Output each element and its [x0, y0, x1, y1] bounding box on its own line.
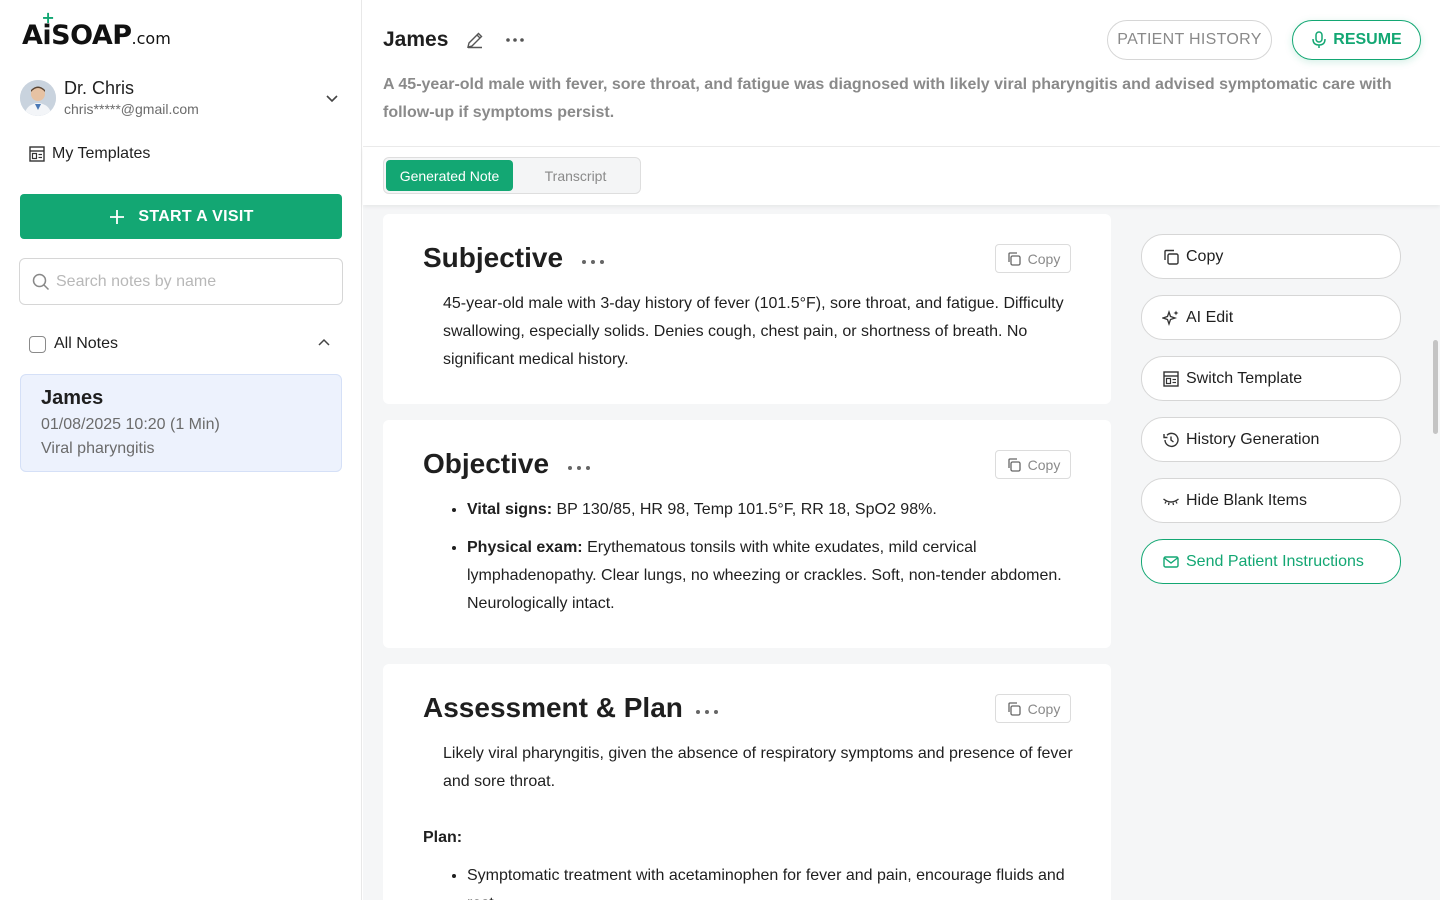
note-datetime: 01/08/2025 10:20 (1 Min) [41, 416, 220, 433]
assessment-text: Likely viral pharyngitis, given the abse… [443, 745, 1073, 790]
objective-list: Vital signs: BP 130/85, HR 98, Temp 101.… [467, 496, 1087, 628]
template-icon [29, 146, 45, 162]
history-generation-button[interactable]: History Generation [1141, 417, 1401, 462]
more-icon[interactable] [695, 708, 719, 716]
sidebar: AiSOAP.com Dr. Chris chris*****@gmail.co… [0, 0, 362, 900]
subjective-text: 45-year-old male with 3-day history of f… [443, 295, 1064, 368]
user-email: chris*****@gmail.com [64, 101, 199, 117]
copy-button[interactable]: Copy [1141, 234, 1401, 279]
search-icon [32, 273, 50, 290]
template-icon [1163, 370, 1179, 387]
tab-transcript[interactable]: Transcript [513, 160, 638, 191]
tab-generated-note[interactable]: Generated Note [386, 160, 513, 191]
copy-section-button[interactable]: Copy [995, 450, 1071, 479]
all-notes-label: All Notes [54, 335, 119, 352]
more-icon[interactable] [505, 30, 525, 50]
copy-icon [1008, 701, 1021, 716]
list-item: Vital signs: BP 130/85, HR 98, Temp 101.… [467, 496, 1087, 524]
copy-label: Copy [1027, 700, 1061, 717]
all-notes-header[interactable]: All Notes [29, 332, 335, 356]
assessment-plan-section: Assessment & Plan Copy Likely viral phar… [383, 664, 1111, 900]
copy-label: Copy [1027, 250, 1061, 267]
plan-list: Symptomatic treatment with acetaminophen… [467, 862, 1087, 900]
search-input[interactable] [56, 272, 326, 291]
eye-closed-icon [1163, 497, 1179, 505]
copy-section-button[interactable]: Copy [995, 244, 1071, 273]
start-visit-label: START A VISIT [138, 207, 254, 225]
section-title: Objective [423, 448, 550, 479]
pencil-icon[interactable] [465, 30, 485, 50]
logo[interactable]: AiSOAP.com [22, 8, 171, 51]
all-notes-checkbox[interactable] [29, 335, 46, 353]
more-icon[interactable] [567, 464, 591, 472]
plus-icon [110, 209, 125, 224]
chevron-down-icon[interactable] [324, 90, 340, 106]
more-icon[interactable] [581, 258, 605, 266]
user-name: Dr. Chris [64, 78, 135, 98]
search-box[interactable] [19, 258, 343, 305]
visit-summary: A 45-year-old male with fever, sore thro… [383, 76, 1392, 121]
note-diagnosis: Viral pharyngitis [41, 440, 155, 457]
subjective-section: Subjective Copy 45-year-old male with 3-… [383, 214, 1111, 404]
note-content: Subjective Copy 45-year-old male with 3-… [363, 205, 1440, 900]
copy-icon [1008, 251, 1021, 266]
my-templates-label: My Templates [52, 145, 151, 162]
list-item: Symptomatic treatment with acetaminophen… [467, 862, 1087, 900]
ai-edit-button[interactable]: AI Edit [1141, 295, 1401, 340]
list-item: Physical exam: Erythematous tonsils with… [467, 534, 1087, 618]
section-title: Subjective [423, 242, 564, 273]
note-tabs: Generated Note Transcript [383, 157, 641, 194]
note-patient-name: James [41, 387, 104, 409]
resume-label: RESUME [1333, 31, 1402, 48]
switch-template-button[interactable]: Switch Template [1141, 356, 1401, 401]
scrollbar-thumb[interactable] [1433, 340, 1438, 434]
microphone-icon [1312, 31, 1327, 48]
mail-icon [1163, 555, 1179, 568]
history-icon [1163, 432, 1179, 447]
copy-section-button[interactable]: Copy [995, 694, 1071, 723]
note-list-item[interactable]: James 01/08/2025 10:20 (1 Min) Viral pha… [20, 374, 342, 472]
section-title: Assessment & Plan [423, 692, 683, 723]
patient-history-button[interactable]: PATIENT HISTORY [1107, 20, 1272, 60]
copy-label: Copy [1027, 456, 1061, 473]
chevron-up-icon[interactable] [317, 336, 331, 350]
send-patient-instructions-button[interactable]: Send Patient Instructions [1141, 539, 1401, 584]
note-header: James PATIENT HISTORY RESUME A 45-year-o… [363, 0, 1440, 147]
user-profile[interactable]: Dr. Chris chris*****@gmail.com [20, 78, 342, 118]
plan-label: Plan: [423, 829, 463, 846]
resume-button[interactable]: RESUME [1292, 20, 1421, 60]
sparkle-icon [1162, 309, 1179, 326]
hide-blank-items-button[interactable]: Hide Blank Items [1141, 478, 1401, 523]
tab-bar: Generated Note Transcript [363, 147, 1440, 205]
patient-name: James [383, 28, 449, 51]
avatar [20, 80, 56, 116]
objective-section: Objective Copy Vital signs: BP 130/85, H… [383, 420, 1111, 648]
my-templates-link[interactable]: My Templates [28, 142, 150, 166]
copy-icon [1008, 457, 1021, 472]
copy-icon [1164, 249, 1179, 265]
start-visit-button[interactable]: START A VISIT [20, 194, 342, 239]
